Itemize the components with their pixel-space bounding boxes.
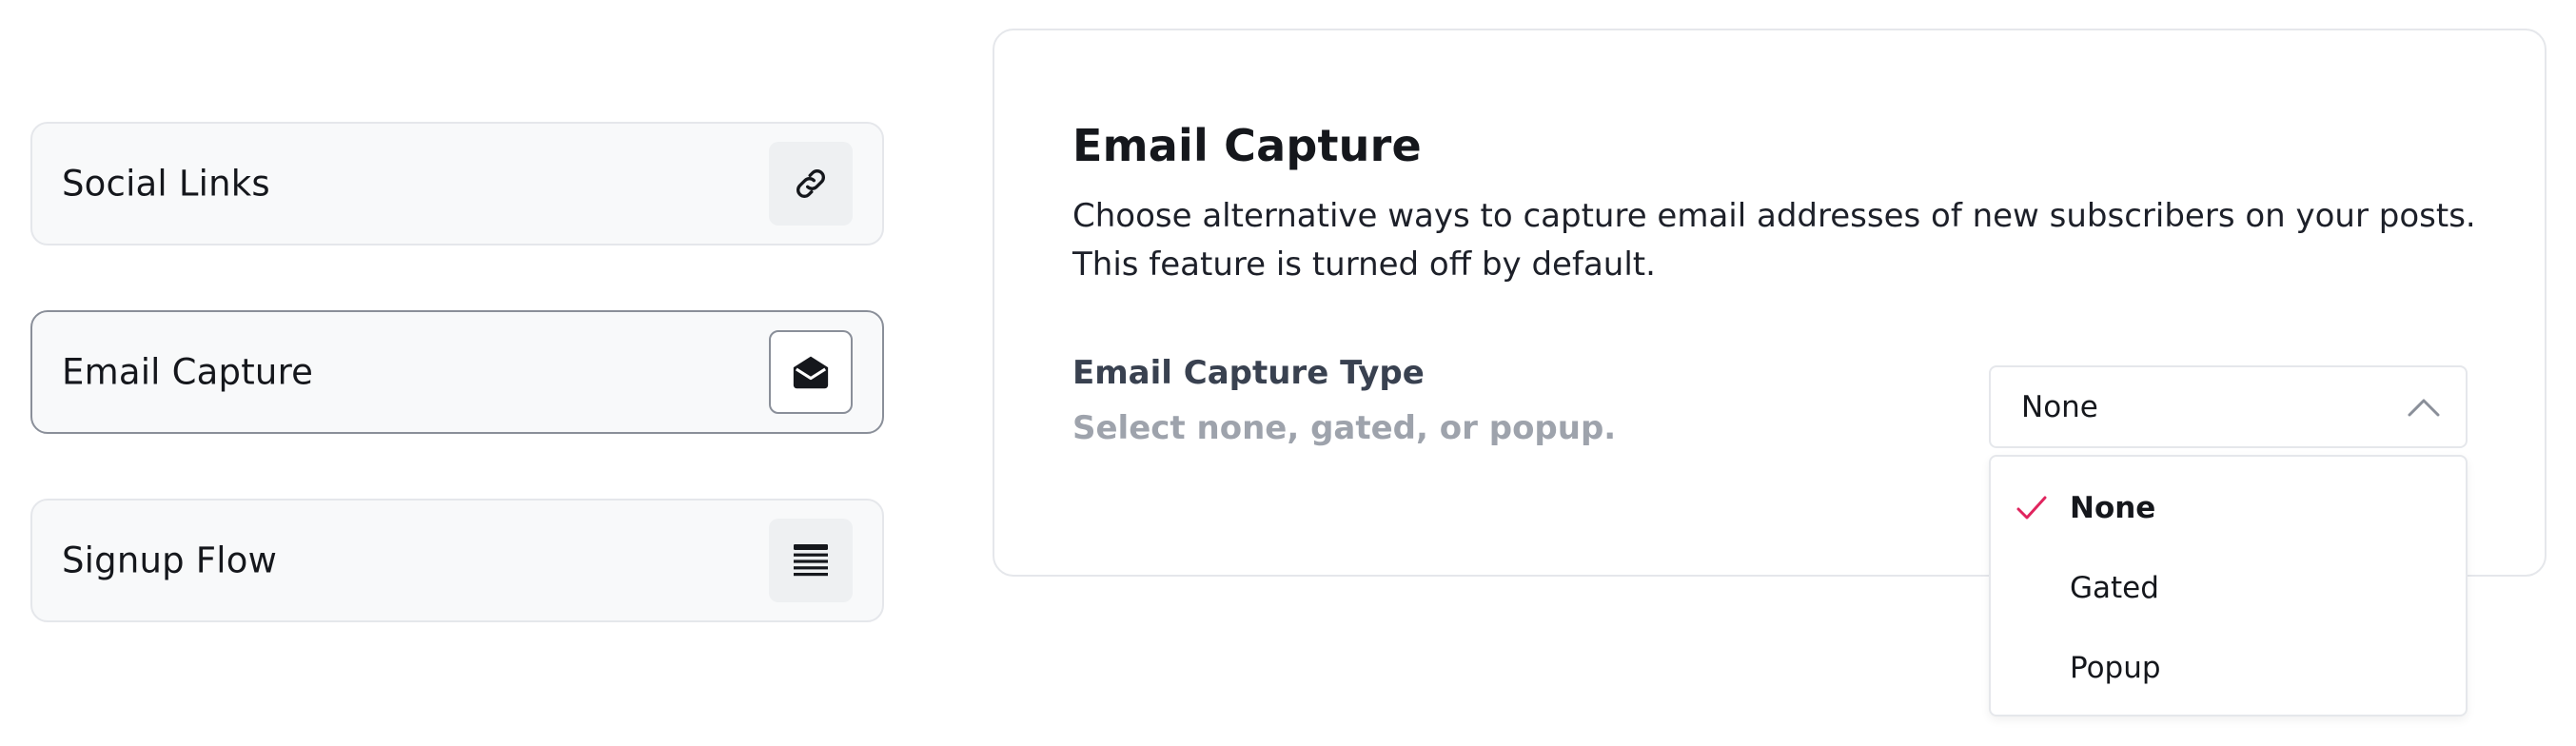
settings-page: Social Links Email Capture Signup Flow E… <box>0 0 2576 746</box>
sidebar-item-label: Signup Flow <box>62 540 278 581</box>
panel-title: Email Capture <box>1072 120 1422 171</box>
email-capture-type-select[interactable]: None <box>1989 365 2468 448</box>
option-label: None <box>2070 491 2156 525</box>
field-help-text: Select none, gated, or popup. <box>1072 409 1617 447</box>
chevron-up-icon <box>2407 397 2441 418</box>
sidebar-item-label: Social Links <box>62 163 270 205</box>
select-value: None <box>2021 389 2098 424</box>
link-icon <box>769 142 853 226</box>
check-icon <box>2016 495 2048 521</box>
select-dropdown: None Gated Popup <box>1989 455 2468 717</box>
option-gated[interactable]: Gated <box>1991 548 2466 628</box>
list-lines-icon <box>769 519 853 602</box>
option-label: Gated <box>2070 571 2159 605</box>
sidebar-item-signup-flow[interactable]: Signup Flow <box>30 499 884 622</box>
option-label: Popup <box>2070 651 2161 685</box>
option-popup[interactable]: Popup <box>1991 628 2466 708</box>
sidebar-item-email-capture[interactable]: Email Capture <box>30 310 884 434</box>
option-none[interactable]: None <box>1991 468 2466 548</box>
sidebar-item-label: Email Capture <box>62 351 314 393</box>
panel-description: Choose alternative ways to capture email… <box>1072 197 2476 284</box>
field-label: Email Capture Type <box>1072 354 1425 392</box>
sidebar-item-social-links[interactable]: Social Links <box>30 122 884 245</box>
envelope-open-icon <box>769 330 853 414</box>
